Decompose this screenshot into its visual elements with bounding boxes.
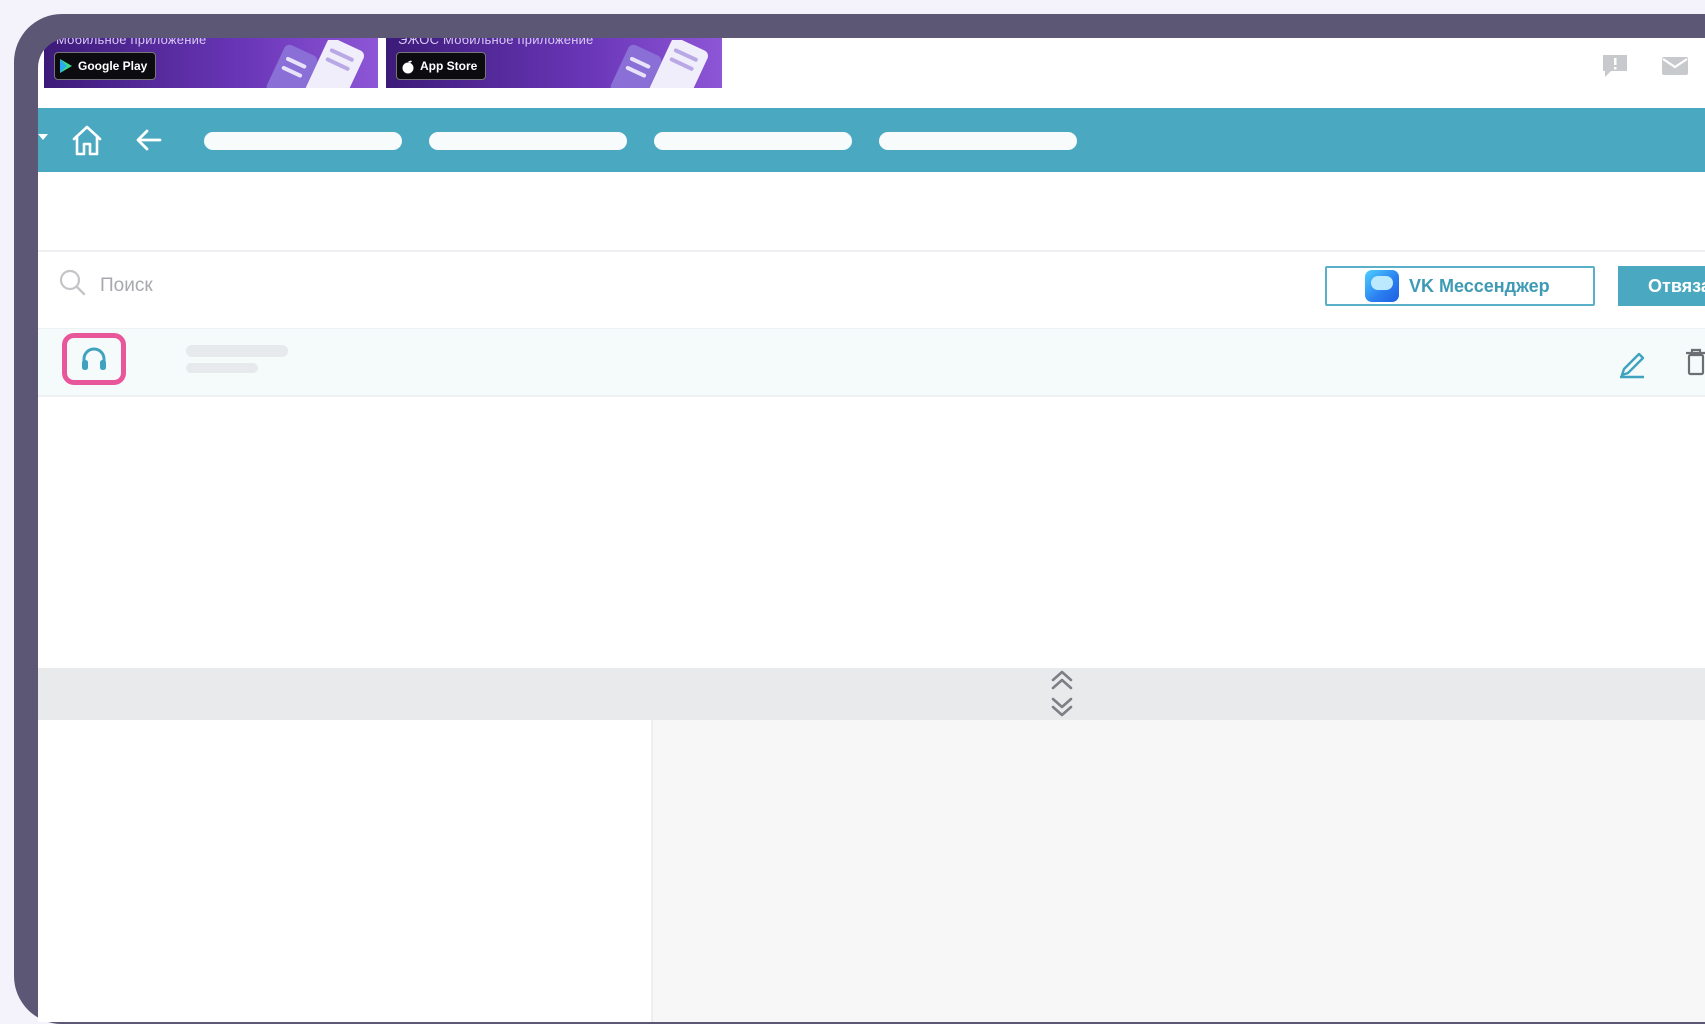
caret-down-icon[interactable]	[38, 134, 50, 142]
double-chevron-up-icon[interactable]	[1049, 668, 1075, 692]
phone-illustration-icon	[610, 40, 708, 88]
headset-highlight[interactable]	[62, 333, 126, 385]
mail-icon[interactable]	[1660, 52, 1690, 80]
app-screen: Мобильное приложение Google Play ЭЖОС Мо…	[38, 38, 1705, 1022]
placeholder-line	[186, 345, 288, 357]
list-item[interactable]	[38, 328, 1705, 397]
nav-tab-2[interactable]	[429, 132, 627, 150]
search-icon	[59, 269, 86, 296]
feedback-icon[interactable]	[1600, 52, 1630, 80]
vk-messenger-icon	[1365, 270, 1399, 302]
main-navbar	[38, 108, 1705, 172]
google-play-banner[interactable]: Мобильное приложение Google Play	[44, 38, 378, 88]
arrow-left-icon[interactable]	[132, 122, 166, 158]
play-store-icon	[60, 59, 72, 73]
store-label: Google Play	[78, 59, 148, 73]
phone-illustration-icon	[266, 40, 364, 88]
google-play-badge[interactable]: Google Play	[54, 52, 157, 80]
banner-title: ЭЖОС Мобильное приложение	[398, 38, 594, 47]
search-input[interactable]	[98, 268, 602, 304]
app-store-banner[interactable]: ЭЖОС Мобильное приложение App Store	[386, 38, 722, 88]
nav-tab-1[interactable]	[204, 132, 402, 150]
edit-icon[interactable]	[1616, 345, 1648, 379]
unlink-label: Отвязат	[1648, 275, 1705, 296]
bottom-right-panel	[653, 720, 1705, 1022]
headset-icon	[82, 347, 106, 370]
banner-row: Мобильное приложение Google Play ЭЖОС Мо…	[38, 38, 1705, 108]
trash-icon[interactable]	[1683, 347, 1705, 377]
banner-title: Мобильное приложение	[56, 38, 207, 47]
double-chevron-down-icon[interactable]	[1049, 695, 1075, 719]
toolbar: VK Мессенджер Отвязат	[38, 252, 1705, 322]
vk-messenger-label: VK Мессенджер	[1409, 275, 1550, 296]
nav-tab-3[interactable]	[654, 132, 852, 150]
vk-messenger-button[interactable]: VK Мессенджер	[1325, 266, 1595, 306]
unlink-button[interactable]: Отвязат	[1618, 266, 1705, 306]
bottom-left-panel	[38, 720, 653, 1022]
nav-tab-4[interactable]	[879, 132, 1077, 150]
store-label: App Store	[420, 59, 478, 73]
placeholder-line	[186, 363, 258, 373]
device-frame: Мобильное приложение Google Play ЭЖОС Мо…	[14, 14, 1705, 1024]
panel-splitter[interactable]	[38, 668, 1705, 720]
apple-icon	[402, 60, 414, 74]
home-icon[interactable]	[68, 122, 106, 158]
header-icons	[1600, 46, 1705, 86]
app-store-badge[interactable]: App Store	[396, 52, 487, 80]
